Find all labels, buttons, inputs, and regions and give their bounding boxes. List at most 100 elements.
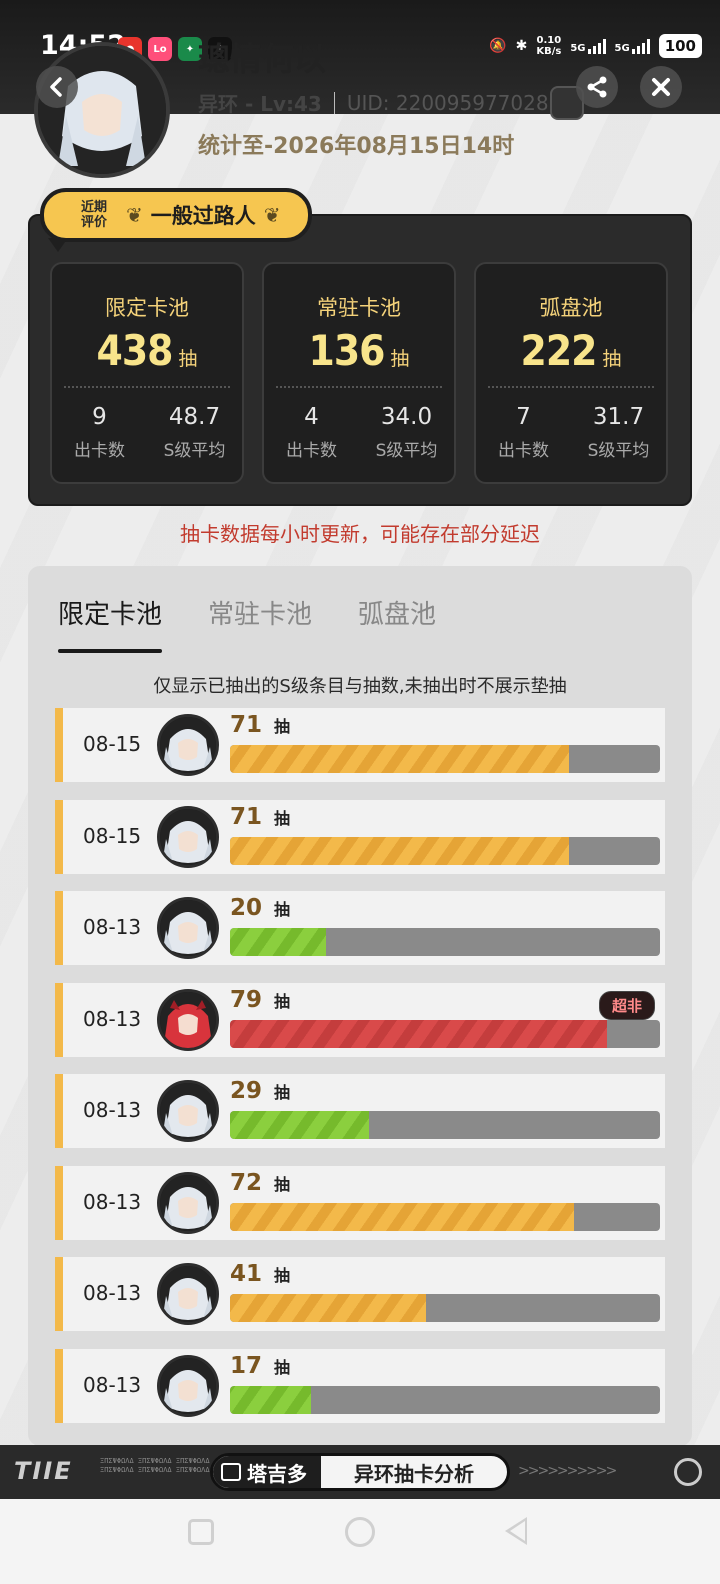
- stat-time: 统计至-2026年08月15日14时: [198, 134, 515, 159]
- divider: [488, 386, 654, 388]
- network-speed: 0.10 KB/s: [536, 35, 562, 57]
- record-pulls: 41 抽: [230, 1261, 291, 1287]
- pool-card-disk: 弧盘池 222 抽 7 出卡数 31.7 S级平均: [474, 262, 668, 484]
- signal-icon: [631, 38, 650, 54]
- record-pulls: 17 抽: [230, 1352, 291, 1379]
- character-avatar: [157, 714, 219, 776]
- list-hint: 仅显示已抽出的S级条目与抽数,未抽出时不展示垫抽: [153, 676, 567, 697]
- character-avatar: [157, 1080, 219, 1142]
- pool-tabs: 限定卡池 常驻卡池 弧盘池: [58, 594, 482, 653]
- pool-cards-count: 7 出卡数: [498, 404, 549, 461]
- pull-record-row[interactable]: 08-13 17 抽: [55, 1348, 665, 1423]
- pool-cards-count: 4 出卡数: [286, 404, 337, 461]
- pool-cards-count: 9 出卡数: [74, 404, 125, 461]
- pull-progress-fill: [230, 1294, 426, 1322]
- pool-card-limited: 限定卡池 438 抽 9 出卡数 48.7 S级平均: [50, 262, 244, 484]
- player-name: 璁情何以: [198, 40, 327, 78]
- status-indicators: 🔕 ✱ 0.10 KB/s 5G 5G 100: [489, 34, 702, 58]
- player-avatar: [34, 42, 170, 178]
- rating-badge: 近期 评价 ❦ 一般过路人 ❦: [40, 188, 312, 252]
- pull-progress-fill: [230, 745, 570, 773]
- character-avatar: [157, 805, 219, 868]
- laurel-right-icon: ❦: [263, 203, 281, 227]
- divider: [333, 91, 335, 114]
- system-nav-bar: [0, 1499, 720, 1584]
- record-pulls: 71 抽: [230, 712, 291, 738]
- brand-mark-icon: [674, 1458, 702, 1486]
- update-notice: 抽卡数据每小时更新，可能存在部分延迟: [180, 522, 540, 546]
- pull-progress-bar: [230, 1111, 660, 1139]
- tab-limited[interactable]: 限定卡池: [58, 594, 163, 653]
- tab-standard[interactable]: 常驻卡池: [208, 594, 312, 649]
- pull-progress-bar: [230, 1019, 660, 1048]
- record-pulls: 20 抽: [230, 895, 291, 921]
- record-date: 08-13: [83, 915, 142, 939]
- pull-progress-fill: [230, 1202, 574, 1231]
- pull-progress-bar: [230, 1385, 660, 1414]
- game-level: 异环 - Lv:43: [198, 92, 322, 116]
- pull-progress-fill: [230, 1111, 369, 1139]
- app-notification-icon: Lo: [148, 37, 172, 61]
- record-pulls: 79 抽: [230, 986, 291, 1013]
- pool-total: 222 抽: [520, 326, 622, 375]
- arrows-decoration-icon: >>>>>>>>>>: [518, 1463, 617, 1479]
- app-title: 异环抽卡分析: [354, 1461, 474, 1486]
- player-meta: 异环 - Lv:43 UID: 220095977028: [198, 88, 549, 117]
- pull-record-row[interactable]: 08-15 71 抽: [55, 708, 665, 782]
- game-logo: TIIE: [14, 1457, 73, 1485]
- mute-icon: 🔕: [489, 38, 507, 54]
- pull-progress-fill: [230, 1385, 312, 1414]
- pool-s-average: 31.7 S级平均: [587, 404, 650, 461]
- pool-s-average: 34.0 S级平均: [375, 404, 438, 461]
- unlucky-badge: 超非: [598, 990, 655, 1020]
- pull-progress-fill: [230, 1019, 608, 1048]
- pull-progress-fill: [230, 928, 326, 956]
- rating-value: ❦ 一般过路人 ❦: [126, 203, 281, 228]
- decorative-text: ΞΠΣΨΦΩΛΔ ΞΠΣΨΦΩΛΔ ΞΠΣΨΦΩΛΔ ΞΠΣΨΦΩΛΔ ΞΠΣΨ…: [100, 1457, 210, 1474]
- app-logo: 塔吉多: [213, 1456, 321, 1488]
- robot-icon: [221, 1463, 241, 1481]
- character-avatar: [157, 1354, 219, 1417]
- back-button[interactable]: [36, 66, 78, 108]
- pull-progress-bar: [230, 1202, 660, 1231]
- divider: [64, 386, 230, 388]
- rating-label: 近期 评价: [80, 200, 107, 230]
- signal-icon: [587, 38, 606, 54]
- chevron-left-icon: [50, 77, 62, 97]
- close-button[interactable]: [640, 66, 682, 108]
- character-avatar: [157, 1263, 219, 1325]
- pull-record-row[interactable]: 08-13 41 抽: [55, 1257, 665, 1331]
- record-date: 08-13: [83, 1372, 142, 1397]
- footer-banner: TIIE ΞΠΣΨΦΩΛΔ ΞΠΣΨΦΩΛΔ ΞΠΣΨΦΩΛΔ ΞΠΣΨΦΩΛΔ…: [0, 1445, 720, 1499]
- pull-record-row[interactable]: 08-15 71 抽: [55, 799, 665, 874]
- pull-record-row[interactable]: 08-13 29 抽: [55, 1074, 665, 1148]
- record-date: 08-13: [83, 1098, 142, 1122]
- record-pulls: 72 抽: [230, 1169, 291, 1196]
- record-date: 08-13: [83, 1006, 142, 1031]
- pool-total: 438 抽: [96, 326, 198, 375]
- close-icon: [652, 78, 670, 96]
- pool-card-standard: 常驻卡池 136 抽 4 出卡数 34.0 S级平均: [262, 262, 456, 484]
- signal-5g-1: 5G: [570, 38, 606, 54]
- share-icon: [587, 76, 607, 98]
- pull-record-row[interactable]: 08-13 20 抽: [55, 891, 665, 965]
- pull-record-row[interactable]: 08-13 79 抽 超非: [55, 982, 665, 1057]
- record-date: 08-15: [83, 823, 142, 848]
- pull-progress-bar: [230, 1294, 660, 1322]
- character-avatar: [157, 988, 219, 1051]
- home-button[interactable]: [345, 1517, 375, 1547]
- battery-indicator: 100: [658, 34, 702, 58]
- system-back-button[interactable]: [505, 1517, 527, 1545]
- pull-record-row[interactable]: 08-13 72 抽: [55, 1165, 665, 1240]
- app-title-pill: 塔吉多 异环抽卡分析: [210, 1453, 510, 1491]
- laurel-left-icon: ❦: [126, 203, 143, 227]
- recents-button[interactable]: [188, 1519, 214, 1545]
- record-date: 08-15: [83, 732, 142, 756]
- character-avatar: [157, 897, 219, 959]
- share-button[interactable]: [576, 66, 618, 108]
- pool-title: 常驻卡池: [317, 296, 401, 320]
- record-date: 08-13: [83, 1281, 142, 1305]
- tab-disk[interactable]: 弧盘池: [358, 594, 436, 649]
- signal-5g-2: 5G: [615, 38, 650, 54]
- pool-total: 136 抽: [308, 326, 410, 375]
